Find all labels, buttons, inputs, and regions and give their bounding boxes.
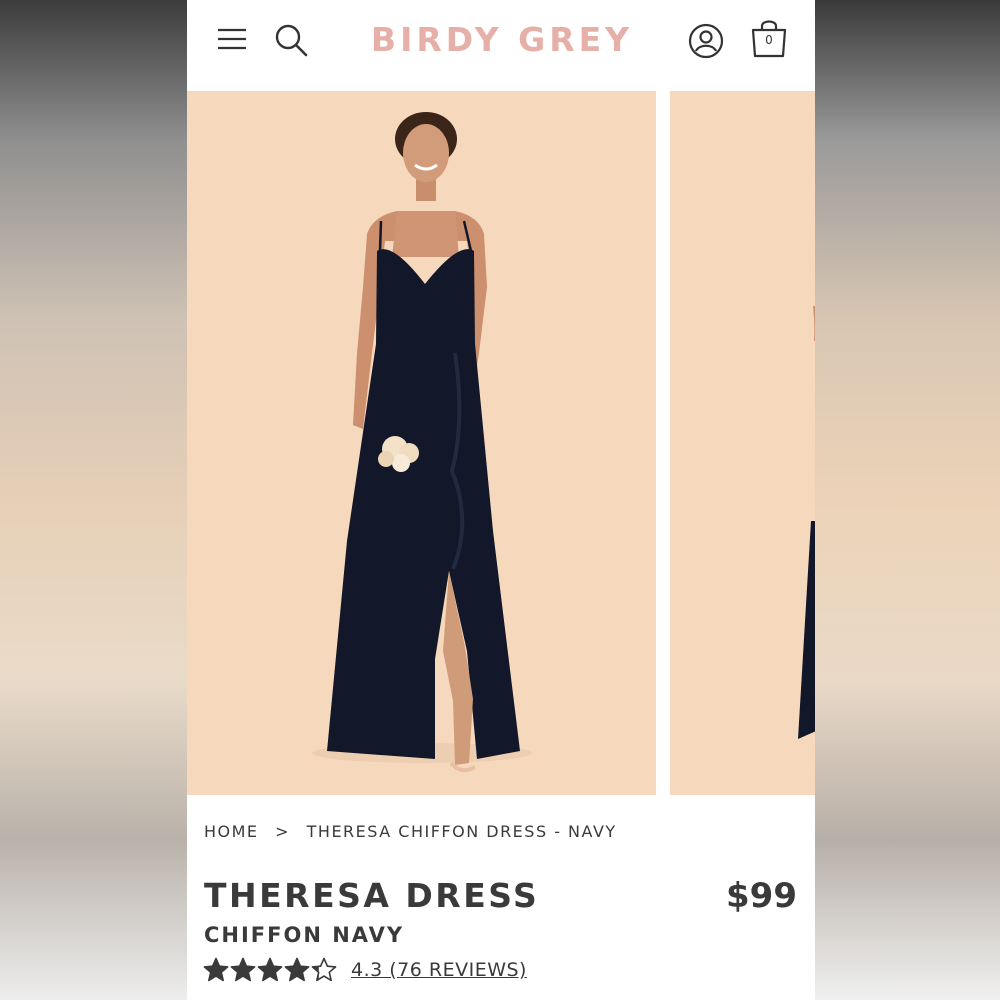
star-half-icon — [311, 957, 337, 982]
mobile-page: BIRDY GREY 0 HOME > THERESA CHIFFON DRES… — [187, 0, 815, 1000]
product-variant: CHIFFON NAVY — [204, 923, 405, 947]
account-icon[interactable] — [687, 22, 725, 60]
hamburger-menu-icon[interactable] — [215, 24, 249, 54]
breadcrumb-home-link[interactable]: HOME — [204, 822, 259, 841]
star-full-icon — [257, 957, 283, 982]
breadcrumb-separator: > — [275, 822, 291, 841]
product-price: $99 — [726, 876, 797, 916]
background-blur-right — [815, 0, 1000, 1000]
bag-count-badge: 0 — [765, 33, 773, 47]
breadcrumb: HOME > THERESA CHIFFON DRESS - NAVY — [204, 822, 617, 841]
product-image-gallery[interactable] — [187, 91, 815, 795]
rating-stars[interactable] — [203, 957, 337, 983]
product-rating: 4.3 (76 REVIEWS) — [203, 956, 527, 984]
site-header: BIRDY GREY 0 — [187, 0, 815, 90]
search-icon[interactable] — [273, 22, 309, 58]
star-full-icon — [230, 957, 256, 982]
site-logo[interactable]: BIRDY GREY — [337, 20, 667, 59]
reviews-link[interactable]: 4.3 (76 REVIEWS) — [351, 959, 527, 981]
product-image-next[interactable] — [670, 91, 815, 795]
shopping-bag-icon[interactable]: 0 — [749, 16, 789, 60]
product-image-main[interactable] — [187, 91, 656, 795]
breadcrumb-current-link[interactable]: THERESA CHIFFON DRESS - NAVY — [307, 822, 617, 841]
product-title: THERESA DRESS — [204, 876, 540, 915]
star-full-icon — [203, 957, 229, 982]
star-full-icon — [284, 957, 310, 982]
